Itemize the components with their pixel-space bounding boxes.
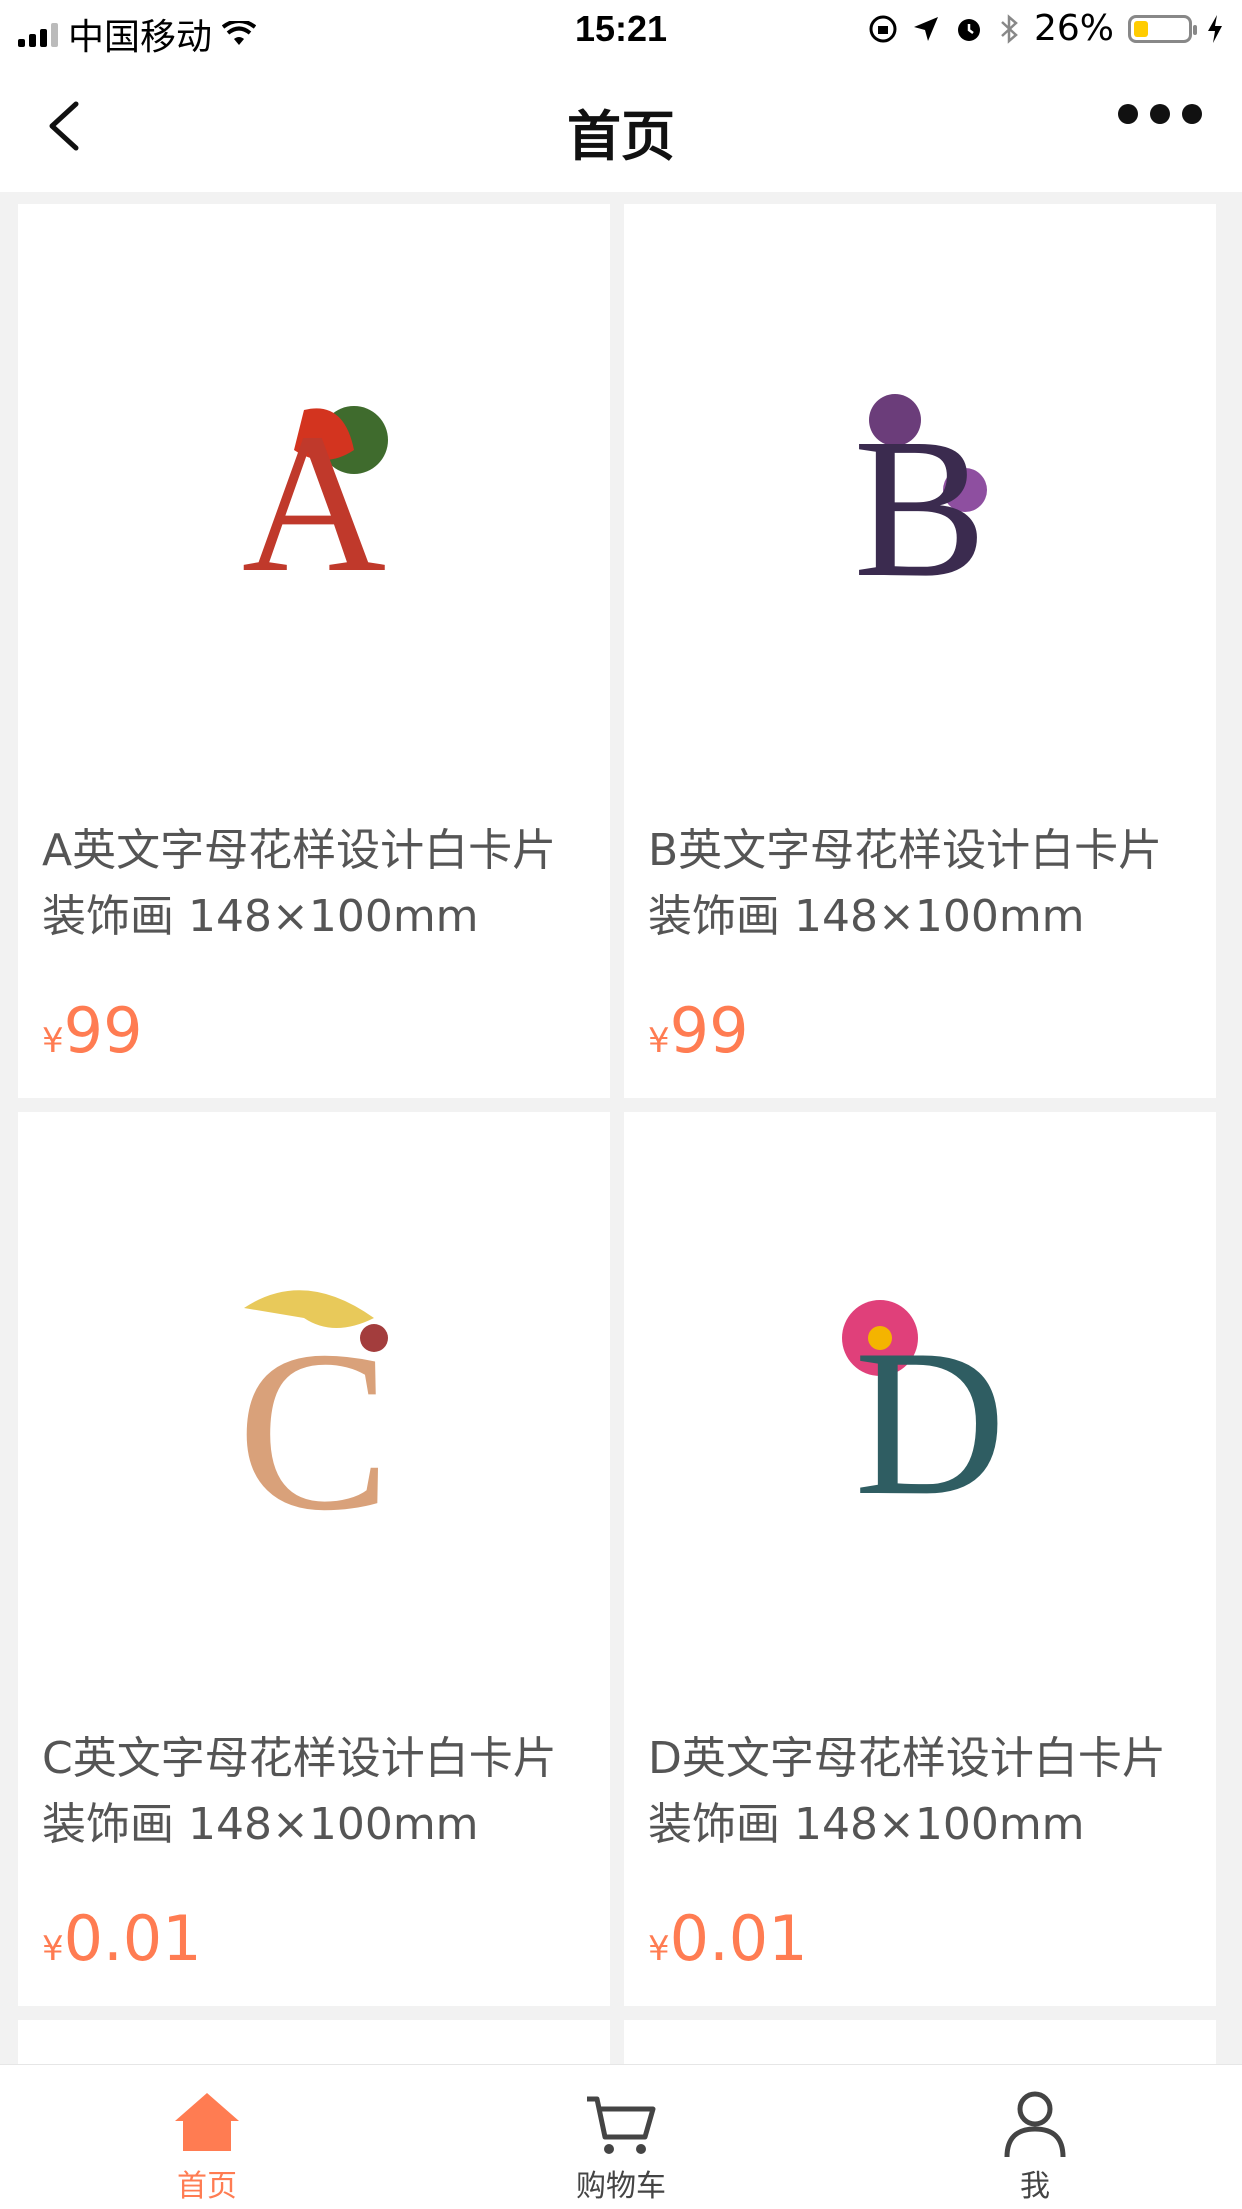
battery-icon <box>1128 14 1197 43</box>
product-card-partial[interactable] <box>18 2020 610 2070</box>
floral-letter-a-image: A <box>242 393 388 614</box>
product-title: A英文字母花样设计白卡片 装饰画 148×100mm <box>42 825 557 942</box>
product-card-partial[interactable] <box>624 2020 1216 2070</box>
page-title: 首页 <box>567 105 675 168</box>
price-value: 99 <box>63 994 143 1067</box>
battery-fill <box>1134 20 1148 37</box>
tab-cart[interactable]: 购物车 <box>414 2065 828 2209</box>
letter-glyph: D <box>854 1307 1006 1538</box>
nav-bar: 首页 <box>0 60 1242 192</box>
product-image[interactable]: D <box>624 1112 1216 1704</box>
tab-label: 我 <box>1020 2169 1050 2204</box>
tab-bar: 首页 购物车 我 <box>0 2064 1242 2209</box>
status-bar: 中国移动 15:21 26% <box>0 0 1242 60</box>
floral-letter-d-image: D <box>842 1300 1006 1538</box>
product-grid: A A英文字母花样设计白卡片 装饰画 148×100mm ¥99 B B英文字母… <box>18 204 1224 2070</box>
product-price: ¥99 <box>648 994 749 1067</box>
price-value: 99 <box>669 994 749 1067</box>
tab-home[interactable]: 首页 <box>0 2065 414 2209</box>
floral-letter-b-image: B <box>853 394 987 619</box>
currency-symbol: ¥ <box>648 1021 670 1061</box>
product-title: B英文字母花样设计白卡片 装饰画 148×100mm <box>648 825 1163 942</box>
product-title: D英文字母花样设计白卡片 装饰画 148×100mm <box>648 1733 1166 1850</box>
product-image[interactable]: A <box>18 204 610 796</box>
letter-glyph: C <box>237 1303 390 1548</box>
bluetooth-icon <box>1001 13 1018 44</box>
home-icon <box>175 2093 239 2151</box>
product-image[interactable]: B <box>624 204 1216 796</box>
battery-percent: 26% <box>1033 8 1114 49</box>
orientation-lock-icon <box>869 15 897 42</box>
floral-letter-c-image: C <box>237 1290 391 1548</box>
more-icon[interactable] <box>1118 104 1202 124</box>
cart-icon <box>587 2096 656 2154</box>
charging-icon <box>1208 14 1222 43</box>
letter-glyph: A <box>242 393 386 614</box>
tab-label: 购物车 <box>576 2169 666 2204</box>
currency-symbol: ¥ <box>42 1021 64 1061</box>
price-value: 0.01 <box>63 1902 202 1975</box>
product-image[interactable]: C <box>18 1112 610 1704</box>
alarm-icon <box>957 18 980 41</box>
product-price: ¥0.01 <box>42 1902 202 1975</box>
product-card[interactable]: D D英文字母花样设计白卡片 装饰画 148×100mm ¥0.01 <box>624 1112 1216 2006</box>
tab-me[interactable]: 我 <box>828 2065 1242 2209</box>
product-card[interactable]: B B英文字母花样设计白卡片 装饰画 148×100mm ¥99 <box>624 204 1216 1098</box>
location-icon <box>913 16 938 41</box>
product-title: C英文字母花样设计白卡片 装饰画 148×100mm <box>42 1733 557 1850</box>
product-price: ¥99 <box>42 994 143 1067</box>
price-value: 0.01 <box>669 1902 808 1975</box>
status-right: 26% <box>868 8 1224 49</box>
product-price: ¥0.01 <box>648 1902 808 1975</box>
tab-label: 首页 <box>177 2169 237 2204</box>
currency-symbol: ¥ <box>42 1929 64 1969</box>
product-card[interactable]: A A英文字母花样设计白卡片 装饰画 148×100mm ¥99 <box>18 204 610 1098</box>
user-icon <box>1004 2091 1066 2158</box>
letter-glyph: B <box>853 398 986 619</box>
product-card[interactable]: C C英文字母花样设计白卡片 装饰画 148×100mm ¥0.01 <box>18 1112 610 2006</box>
currency-symbol: ¥ <box>648 1929 670 1969</box>
